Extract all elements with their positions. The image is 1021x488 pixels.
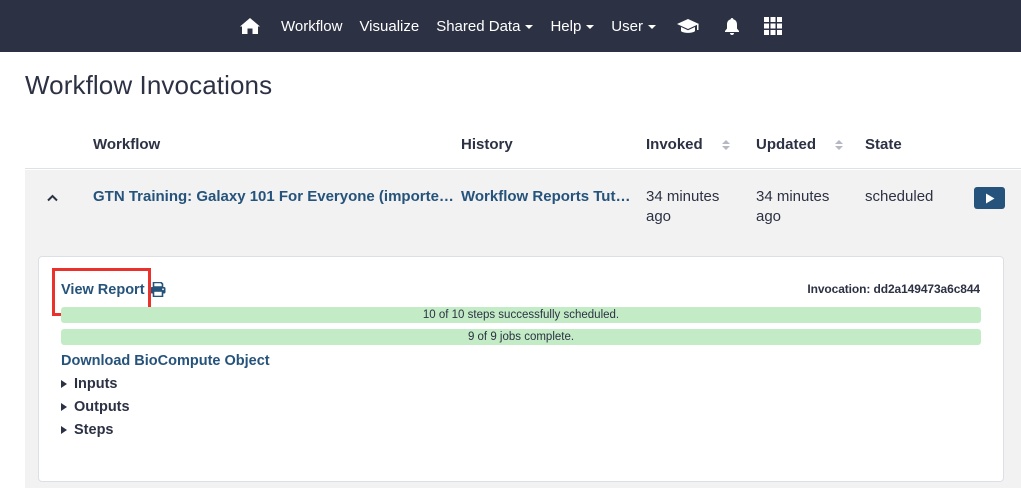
workflow-name-link[interactable]: GTN Training: Galaxy 101 For Everyone (i… bbox=[93, 187, 454, 207]
nav-help-label: Help bbox=[550, 17, 582, 35]
column-header-updated[interactable]: Updated bbox=[756, 136, 843, 153]
inputs-toggle-label: Inputs bbox=[74, 376, 118, 392]
top-navbar: Workflow Visualize Shared Data Help User bbox=[0, 0, 1021, 52]
row-divider bbox=[25, 168, 1021, 169]
nav-visualize[interactable]: Visualize bbox=[351, 0, 428, 52]
nav-visualize-label: Visualize bbox=[359, 17, 420, 35]
home-icon[interactable] bbox=[227, 0, 273, 52]
jobs-progress-label: 9 of 9 jobs complete. bbox=[467, 331, 575, 343]
column-header-history-label: History bbox=[461, 136, 513, 153]
caret-down-icon bbox=[586, 25, 595, 29]
download-biocompute-link[interactable]: Download BioCompute Object bbox=[61, 353, 270, 369]
run-workflow-button[interactable] bbox=[974, 187, 1005, 209]
view-report-link[interactable]: View Report bbox=[61, 282, 145, 298]
outputs-toggle[interactable]: Outputs bbox=[61, 399, 130, 415]
updated-time-line2: ago bbox=[756, 208, 782, 225]
jobs-progress-bar: 9 of 9 jobs complete. bbox=[61, 329, 981, 345]
outputs-toggle-label: Outputs bbox=[74, 399, 130, 415]
play-icon bbox=[985, 193, 994, 203]
nav-workflow-label: Workflow bbox=[281, 17, 343, 35]
caret-right-icon bbox=[61, 403, 67, 411]
table-row: GTN Training: Galaxy 101 For Everyone (i… bbox=[25, 170, 1021, 242]
column-header-state-label: State bbox=[865, 136, 902, 153]
column-header-workflow-label: Workflow bbox=[93, 136, 161, 153]
updated-time: 34 minutes ago bbox=[756, 187, 829, 227]
table-header: Workflow History Invoked Updated State bbox=[25, 126, 1021, 164]
sort-icon bbox=[835, 139, 843, 150]
nav-help[interactable]: Help bbox=[542, 0, 603, 52]
invoked-time: 34 minutes ago bbox=[646, 187, 719, 227]
graduation-cap-icon[interactable] bbox=[664, 0, 712, 52]
column-header-history: History bbox=[461, 136, 513, 153]
state-value: scheduled bbox=[865, 188, 934, 205]
column-header-workflow: Workflow bbox=[93, 136, 160, 153]
invoked-time-line2: ago bbox=[646, 208, 672, 225]
history-name-link[interactable]: Workflow Reports Tut… bbox=[461, 187, 630, 207]
column-header-invoked-label: Invoked bbox=[646, 136, 703, 153]
page-title: Workflow Invocations bbox=[25, 70, 273, 100]
invoked-time-line1: 34 minutes bbox=[646, 188, 720, 205]
apps-grid-icon[interactable] bbox=[752, 0, 794, 52]
steps-toggle[interactable]: Steps bbox=[61, 422, 114, 438]
column-header-updated-label: Updated bbox=[756, 136, 816, 153]
chevron-up-icon[interactable] bbox=[47, 194, 58, 204]
nav-shared-data-label: Shared Data bbox=[436, 17, 521, 35]
inputs-toggle[interactable]: Inputs bbox=[61, 376, 118, 392]
nav-workflow[interactable]: Workflow bbox=[273, 0, 351, 52]
print-icon[interactable] bbox=[150, 281, 166, 302]
nav-user[interactable]: User bbox=[603, 0, 665, 52]
sort-icon bbox=[721, 139, 730, 150]
column-header-state: State bbox=[865, 136, 902, 153]
nav-user-label: User bbox=[611, 17, 643, 35]
steps-toggle-label: Steps bbox=[74, 422, 114, 438]
invocation-id: Invocation: dd2a149473a6c844 bbox=[807, 282, 980, 296]
nav-shared-data[interactable]: Shared Data bbox=[428, 0, 542, 52]
caret-right-icon bbox=[61, 380, 67, 388]
steps-progress-label: 10 of 10 steps successfully scheduled. bbox=[422, 309, 620, 321]
caret-down-icon bbox=[647, 25, 656, 29]
caret-down-icon bbox=[525, 25, 534, 29]
updated-time-line1: 34 minutes bbox=[756, 188, 830, 205]
caret-right-icon bbox=[61, 426, 67, 434]
bell-icon[interactable] bbox=[712, 0, 752, 52]
column-header-invoked[interactable]: Invoked bbox=[646, 136, 730, 153]
steps-progress-bar: 10 of 10 steps successfully scheduled. bbox=[61, 307, 981, 323]
